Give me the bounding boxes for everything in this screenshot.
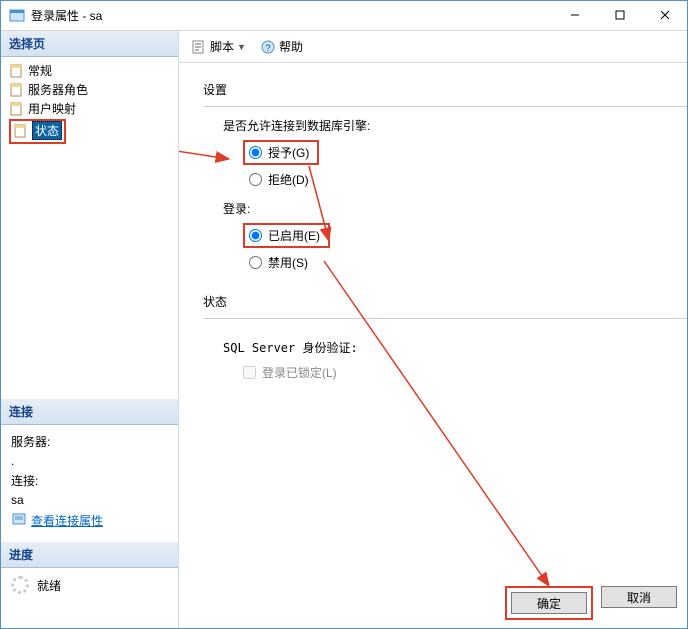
progress-body: 就绪 (1, 568, 178, 602)
select-page-header: 选择页 (1, 31, 178, 57)
svg-text:?: ? (265, 43, 270, 53)
minimize-button[interactable] (552, 1, 597, 29)
app-icon (9, 8, 25, 24)
nav-label: 常规 (28, 62, 52, 79)
nav-label: 状态 (32, 121, 62, 140)
right-pane: 脚本 ▼ ? 帮助 设置 是否允许连接到数据库引擎: 授予(G) 拒绝(D) (179, 31, 687, 628)
dropdown-icon: ▼ (237, 42, 246, 52)
disabled-label: 禁用(S) (268, 254, 308, 271)
window-title: 登录属性 - sa (31, 7, 102, 24)
help-button[interactable]: ? 帮助 (256, 36, 307, 57)
enabled-radio[interactable] (249, 229, 262, 242)
deny-label: 拒绝(D) (268, 171, 309, 188)
progress-header: 进度 (1, 542, 178, 568)
page-icon (9, 63, 25, 79)
progress-status: 就绪 (37, 577, 61, 594)
permit-connection-label: 是否允许连接到数据库引擎: (223, 117, 687, 134)
disabled-radio[interactable] (249, 256, 262, 269)
nav-status[interactable]: 状态 (3, 118, 176, 145)
grant-radio[interactable] (249, 146, 262, 159)
close-button[interactable] (642, 1, 687, 29)
nav-label: 服务器角色 (28, 81, 88, 98)
status-highlight-box: 状态 (9, 119, 66, 144)
content-toolbar: 脚本 ▼ ? 帮助 (179, 31, 687, 63)
view-connection-properties-link[interactable]: 查看连接属性 (31, 512, 103, 529)
page-icon (13, 123, 29, 139)
sql-auth-label: SQL Server 身份验证: (223, 339, 687, 356)
ok-highlight-box: 确定 (505, 586, 593, 620)
grant-label: 授予(G) (268, 144, 309, 161)
grant-highlight-box: 授予(G) (243, 140, 319, 165)
status-heading: 状态 (203, 293, 687, 310)
script-icon (191, 39, 207, 55)
connection-body: 服务器: . 连接: sa 查看连接属性 (1, 425, 178, 542)
content-area: 设置 是否允许连接到数据库引擎: 授予(G) 拒绝(D) 登录: 已启用(E) (179, 63, 687, 628)
login-label: 登录: (223, 200, 687, 217)
cancel-button[interactable]: 取消 (601, 586, 677, 608)
enabled-highlight-box: 已启用(E) (243, 223, 330, 248)
server-label: 服务器: (11, 433, 168, 450)
nav-server-roles[interactable]: 服务器角色 (3, 80, 176, 99)
window-controls (552, 1, 687, 29)
page-icon (9, 101, 25, 117)
deny-radio[interactable] (249, 173, 262, 186)
nav-general[interactable]: 常规 (3, 61, 176, 80)
locked-label: 登录已锁定(L) (262, 364, 337, 381)
ok-button[interactable]: 确定 (511, 592, 587, 614)
locked-checkbox (243, 366, 256, 379)
maximize-button[interactable] (597, 1, 642, 29)
connection-header: 连接 (1, 399, 178, 425)
server-value: . (11, 454, 168, 468)
dialog-buttons: 确定 取消 (505, 586, 677, 620)
connection-label: 连接: (11, 472, 168, 489)
titlebar: 登录属性 - sa (1, 1, 687, 31)
help-icon: ? (260, 39, 276, 55)
nav-list: 常规 服务器角色 用户映射 状态 (1, 57, 178, 149)
nav-user-mapping[interactable]: 用户映射 (3, 99, 176, 118)
page-icon (9, 82, 25, 98)
settings-heading: 设置 (203, 81, 687, 98)
script-button[interactable]: 脚本 ▼ (187, 36, 250, 57)
nav-label: 用户映射 (28, 100, 76, 117)
enabled-label: 已启用(E) (268, 227, 320, 244)
script-label: 脚本 (210, 38, 234, 55)
help-label: 帮助 (279, 38, 303, 55)
progress-spinner-icon (11, 576, 29, 594)
properties-icon (11, 511, 27, 530)
connection-value: sa (11, 493, 168, 507)
left-pane: 选择页 常规 服务器角色 用户映射 状态 连接 (1, 31, 179, 628)
